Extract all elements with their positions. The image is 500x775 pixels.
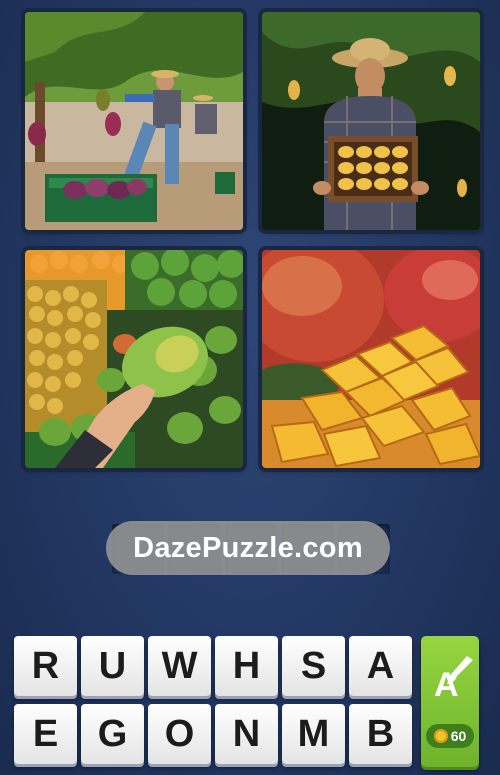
coin-icon [433,729,448,743]
letter-tile[interactable]: N [215,704,278,764]
letter-tile[interactable]: O [148,704,211,764]
photo-hand-holding-mango [25,250,243,468]
letter-tile[interactable]: M [282,704,345,764]
coin-badge: 60 [426,724,474,748]
letter-tile[interactable]: B [349,704,412,764]
letter-tiles: R U W H S A E G O N M B [14,636,418,772]
letter-tile[interactable]: W [148,636,211,696]
hint-button[interactable]: A 60 [421,636,479,767]
letter-tile[interactable]: E [14,704,77,764]
watermark-banner: DazePuzzle.com [106,521,390,575]
letter-tile[interactable]: R [14,636,77,696]
letter-tile[interactable]: S [282,636,345,696]
letter-tile[interactable]: U [81,636,144,696]
photo-sliced-mango [262,250,480,468]
photo-farmer-with-mango-box [262,12,480,230]
hint-cost: 60 [450,728,467,744]
photo-mango-harvest [25,12,243,230]
letter-row-2: E G O N M B [14,704,418,764]
brush-icon [447,656,473,684]
letter-row-1: R U W H S A [14,636,418,696]
letter-tile[interactable]: H [215,636,278,696]
letter-tile[interactable]: G [81,704,144,764]
letter-tile[interactable]: A [349,636,412,696]
